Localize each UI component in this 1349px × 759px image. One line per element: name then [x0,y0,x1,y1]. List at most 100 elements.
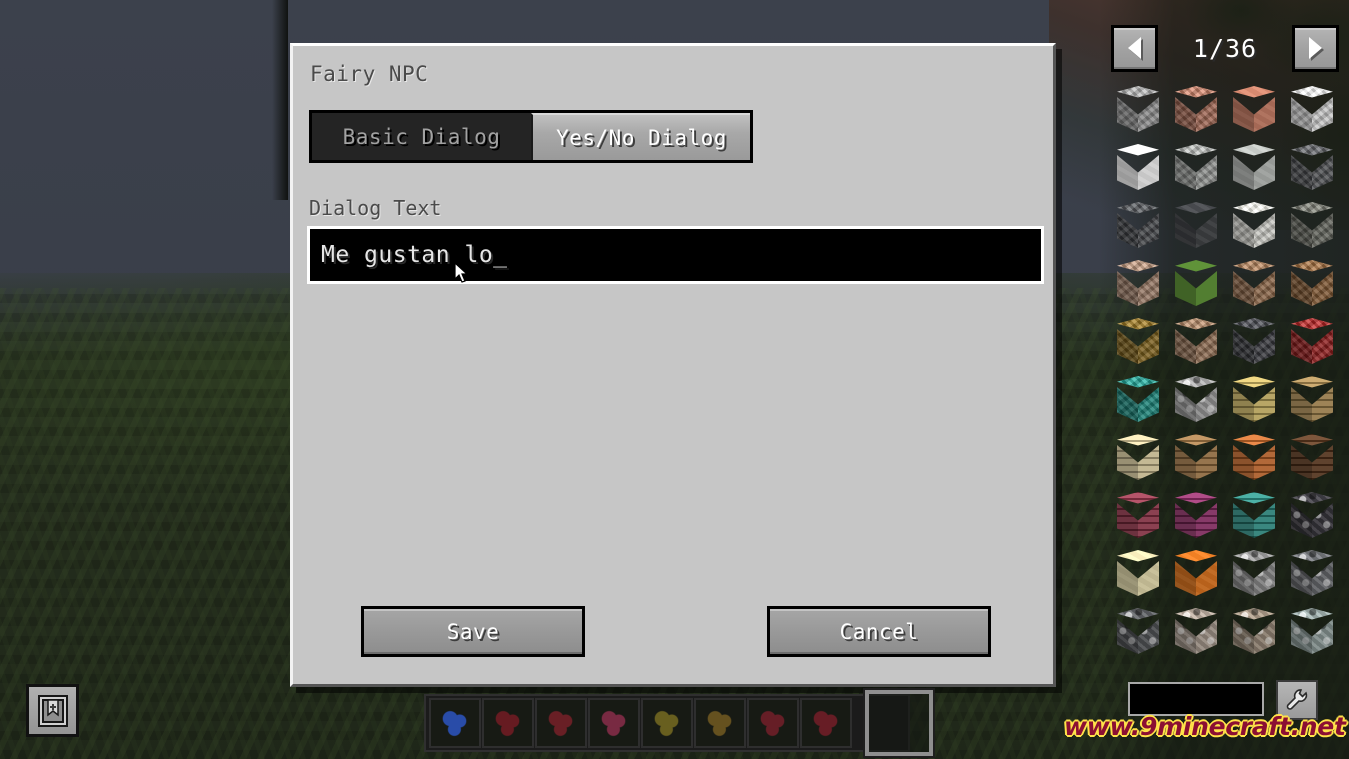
podzol-block-icon [1291,260,1333,306]
hotbar-slot-red-flower-1[interactable] [482,698,534,748]
hotbar-slot-red-flower-3[interactable] [747,698,799,748]
item-slot-sandstone[interactable] [1113,544,1163,602]
recipe-book-button[interactable] [26,684,79,737]
hotbar-slot-red-flower-2[interactable] [535,698,587,748]
item-slot-blackstone[interactable] [1287,486,1337,544]
deepslate-face-lft [1291,155,1312,190]
deepslate-iron-ore-face-rgt [1138,619,1159,654]
item-slot-tuff[interactable] [1287,196,1337,254]
crimson-planks-face-rgt [1138,503,1159,538]
hotbar-slot-gold-bloom[interactable] [694,698,746,748]
item-slot-polished-andesite[interactable] [1229,138,1279,196]
item-slot-crimson-planks[interactable] [1113,486,1163,544]
item-slot-spruce-planks[interactable] [1171,428,1221,486]
cobblestone-face-rgt [1196,387,1217,422]
item-slot-coal-ore[interactable] [1229,544,1279,602]
birch-planks-block-icon [1117,434,1159,480]
grass-block-block-icon [1175,260,1217,306]
item-slot-birch-planks[interactable] [1113,428,1163,486]
item-slot-mangrove-planks[interactable] [1171,486,1221,544]
cobbled-deepslate-block-icon [1117,202,1159,248]
dirt-block-icon [1117,260,1159,306]
cancel-button[interactable]: Cancel [767,606,991,657]
item-slot-copper-ore[interactable] [1229,602,1279,660]
item-slot-nether-rack[interactable] [1287,312,1337,370]
coal-ore-block-icon [1233,550,1275,596]
item-slot-deepslate-coal-ore[interactable] [1287,544,1337,602]
granite-face-lft [1175,97,1196,132]
bamboo-planks-block-icon [1233,376,1275,422]
spruce-planks-block-icon [1175,434,1217,480]
item-slot-orange-terracotta[interactable] [1171,544,1221,602]
item-slot-dirt[interactable] [1113,254,1163,312]
item-slot-oak-planks[interactable] [1287,370,1337,428]
rooted-dirt-face-lft [1175,329,1196,364]
birch-planks-face-rgt [1138,445,1159,480]
hotbar-slot-blue-orchid[interactable] [429,698,481,748]
oak-planks-face-rgt [1312,387,1333,422]
cobbled-deepslate-face-lft [1117,213,1138,248]
item-slot-iron-ore[interactable] [1171,602,1221,660]
red-flower-3-item-icon [758,709,788,739]
item-slot-andesite[interactable] [1171,138,1221,196]
hotbar-selected-slot[interactable] [865,690,933,756]
item-slot-crimson-nylium[interactable] [1113,312,1163,370]
tab-yes-no-dialog[interactable]: Yes/No Dialog [531,113,750,160]
item-slot-rooted-dirt[interactable] [1171,312,1221,370]
iron-ore-block-icon [1175,608,1217,654]
blackstone-face-lft [1291,503,1312,538]
dark-oak-planks-face-lft [1291,445,1312,480]
item-list-pager: 1/36 [1109,22,1341,74]
item-slot-warped-nylium[interactable] [1113,370,1163,428]
dirt-face-rgt [1138,271,1159,306]
previous-page-button[interactable] [1111,24,1158,72]
item-slot-diamond-ore[interactable] [1287,602,1337,660]
item-slot-deepslate[interactable] [1287,138,1337,196]
item-slot-granite[interactable] [1171,80,1221,138]
save-button[interactable]: Save [361,606,585,657]
sandstone-face-rgt [1138,561,1159,596]
item-slot-grass-block[interactable] [1171,254,1221,312]
item-slot-polished-deepslate[interactable] [1171,196,1221,254]
andesite-face-rgt [1196,155,1217,190]
item-slot-polished-granite[interactable] [1229,80,1279,138]
item-slot-diorite[interactable] [1287,80,1337,138]
bamboo-planks-face-rgt [1254,387,1275,422]
coarse-dirt-face-lft [1233,271,1254,306]
tab-basic-dialog[interactable]: Basic Dialog [312,113,531,160]
item-slot-calcite[interactable] [1229,196,1279,254]
polished-deepslate-face-rgt [1196,213,1217,248]
stone-block-icon [1117,86,1159,132]
rooted-dirt-face-rgt [1196,329,1217,364]
item-slot-bedrock[interactable] [1229,312,1279,370]
item-slot-warped-planks[interactable] [1229,486,1279,544]
dialog-type-tabs: Basic Dialog Yes/No Dialog [309,110,753,163]
item-slot-cobbled-deepslate[interactable] [1113,196,1163,254]
hotbar-slot-yellow-bloom[interactable] [641,698,693,748]
crimson-nylium-face-rgt [1138,329,1159,364]
oak-planks-block-icon [1291,376,1333,422]
blue-orchid-item-icon [440,709,470,739]
diorite-block-icon [1291,86,1333,132]
dialog-text-input[interactable]: Me gustan lo _ [307,226,1044,284]
hotbar-slot-red-flower-4[interactable] [800,698,852,748]
item-slot-bamboo-planks[interactable] [1229,370,1279,428]
item-search-input[interactable] [1128,682,1264,716]
npc-editor-panel: Fairy NPC Basic Dialog Yes/No Dialog Dia… [290,43,1056,687]
hotbar [424,694,910,752]
next-page-button[interactable] [1292,24,1339,72]
acacia-planks-face-rgt [1254,445,1275,480]
item-slot-stone[interactable] [1113,80,1163,138]
item-slot-dark-oak-planks[interactable] [1287,428,1337,486]
birch-planks-face-lft [1117,445,1138,480]
item-slot-podzol[interactable] [1287,254,1337,312]
item-slot-deepslate-iron-ore[interactable] [1113,602,1163,660]
hotbar-slot-pink-flower[interactable] [588,698,640,748]
item-slot-cobblestone[interactable] [1171,370,1221,428]
bedrock-block-icon [1233,318,1275,364]
coarse-dirt-face-rgt [1254,271,1275,306]
dirt-face-lft [1117,271,1138,306]
item-slot-polished-diorite[interactable] [1113,138,1163,196]
item-slot-coarse-dirt[interactable] [1229,254,1279,312]
item-slot-acacia-planks[interactable] [1229,428,1279,486]
